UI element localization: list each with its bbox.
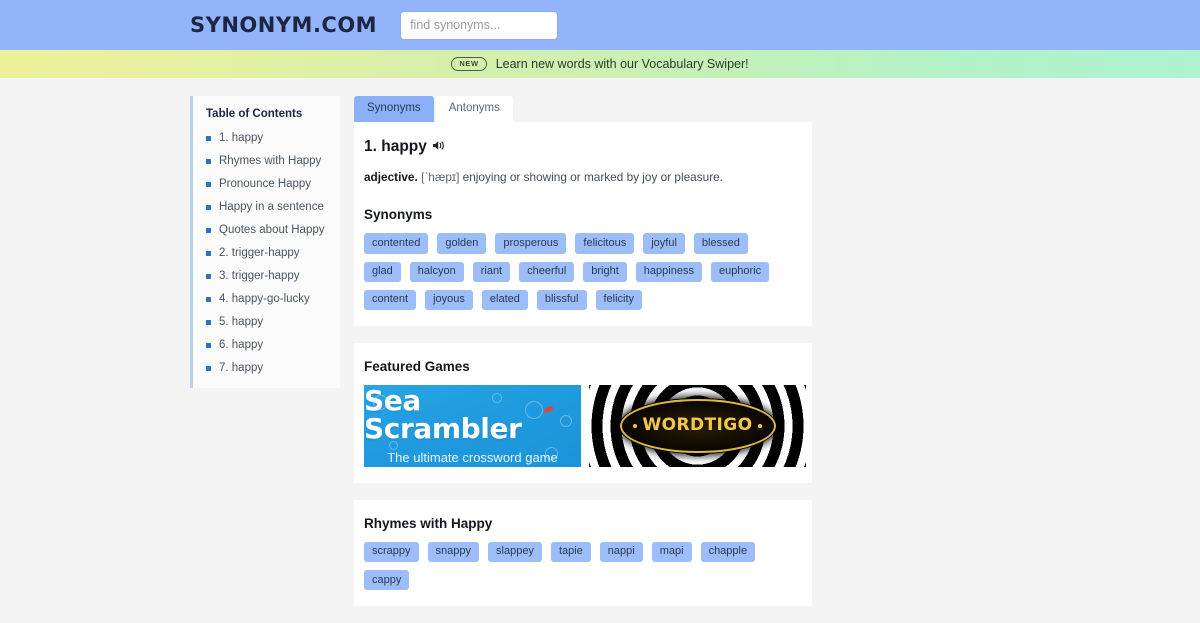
toc-item[interactable]: Rhymes with Happy bbox=[206, 155, 340, 167]
toc-item-label: 2. trigger-happy bbox=[219, 247, 300, 259]
synonym-tag[interactable]: happiness bbox=[635, 261, 702, 282]
promo-new-badge: NEW bbox=[451, 57, 487, 71]
toc-item-label: Rhymes with Happy bbox=[219, 155, 322, 167]
game-tile-wordtigo[interactable]: WORDTIGO bbox=[589, 384, 806, 467]
synonym-tag[interactable]: content bbox=[364, 289, 417, 310]
ipa-pronunciation: [ˈhæpɪ] bbox=[421, 169, 460, 184]
toc-item[interactable]: Happy in a sentence bbox=[206, 201, 340, 213]
sea-scrambler-subtitle: The ultimate crossword game bbox=[387, 449, 558, 465]
featured-games-row: Sea Scrambler The ultimate crossword gam… bbox=[364, 384, 812, 467]
toc-item-label: Pronounce Happy bbox=[219, 178, 312, 190]
toc-list: 1. happy Rhymes with Happy Pronounce Happy… bbox=[206, 132, 340, 374]
toc-item[interactable]: 4. happy-go-lucky bbox=[206, 293, 340, 305]
toc-item-label: 5. happy bbox=[219, 316, 264, 328]
bullet-icon bbox=[206, 227, 211, 233]
rhyme-tag[interactable]: chapple bbox=[700, 541, 756, 563]
speaker-icon[interactable] bbox=[432, 140, 446, 154]
toc-item-label: 6. happy bbox=[219, 339, 264, 351]
synonyms-tag-list: contented golden prosperous felicitous joyfu… bbox=[364, 233, 784, 310]
site-header: SYNONYM.COM bbox=[0, 0, 1200, 50]
synonym-tag[interactable]: bright bbox=[583, 261, 627, 282]
search-box[interactable] bbox=[401, 11, 558, 39]
synonym-tag[interactable]: elated bbox=[481, 289, 528, 310]
synonym-tag[interactable]: cheerful bbox=[519, 261, 575, 282]
rhyme-tag[interactable]: slappey bbox=[488, 541, 542, 563]
promo-banner-text[interactable]: Learn new words with our Vocabulary Swip… bbox=[496, 57, 749, 71]
site-logo[interactable]: SYNONYM.COM bbox=[190, 13, 377, 37]
rhyme-tag[interactable]: snappy bbox=[427, 541, 480, 563]
bullet-icon bbox=[206, 204, 211, 210]
featured-games-card: Featured Games Sea Scrambler The ultimat… bbox=[354, 342, 812, 483]
toc-item-label: Quotes about Happy bbox=[219, 224, 325, 236]
toc-item[interactable]: 2. trigger-happy bbox=[206, 247, 340, 259]
toc-item[interactable]: Pronounce Happy bbox=[206, 178, 340, 190]
rhymes-heading: Rhymes with Happy bbox=[364, 515, 493, 531]
toc-item[interactable]: 1. happy bbox=[206, 132, 340, 144]
bullet-icon bbox=[206, 319, 211, 325]
toc-item-label: 4. happy-go-lucky bbox=[219, 293, 310, 305]
synonym-tag[interactable]: blessed bbox=[693, 233, 748, 254]
bullet-icon bbox=[206, 365, 211, 371]
bullet-icon bbox=[206, 250, 211, 256]
game-tile-sea-scrambler[interactable]: Sea Scrambler The ultimate crossword gam… bbox=[364, 384, 581, 467]
synonym-tag[interactable]: glad bbox=[364, 261, 401, 282]
synonym-tag[interactable]: halcyon bbox=[409, 261, 464, 282]
toc-item-label: Happy in a sentence bbox=[219, 201, 324, 213]
featured-games-heading: Featured Games bbox=[364, 358, 470, 374]
bullet-icon bbox=[206, 135, 211, 141]
tab-antonyms[interactable]: Antonyms bbox=[435, 96, 513, 122]
synonym-tag[interactable]: euphoric bbox=[710, 261, 770, 282]
rhyme-tag[interactable]: scrappy bbox=[364, 541, 419, 563]
toc-item-label: 3. trigger-happy bbox=[219, 270, 300, 282]
search-input[interactable] bbox=[401, 11, 558, 39]
rhyme-tag[interactable]: nappi bbox=[599, 541, 643, 563]
dot-icon bbox=[758, 423, 763, 428]
page-body: Table of Contents 1. happy Rhymes with Ha… bbox=[0, 78, 1200, 623]
main-column: Synonyms Antonyms 1. happy adjective. [ˈ… bbox=[354, 96, 812, 623]
sea-scrambler-title: Sea Scrambler bbox=[364, 384, 522, 445]
synonym-tag[interactable]: prosperous bbox=[495, 233, 567, 254]
definition-text: enjoying or showing or marked by joy or … bbox=[462, 169, 723, 184]
bullet-icon bbox=[206, 158, 211, 164]
promo-banner[interactable]: NEW Learn new words with our Vocabulary … bbox=[0, 50, 1200, 78]
toc-item[interactable]: 3. trigger-happy bbox=[206, 270, 340, 282]
synonym-tag[interactable]: joyful bbox=[643, 233, 685, 254]
entry-card: 1. happy adjective. [ˈhæpɪ] enjoying or … bbox=[354, 121, 812, 326]
toc-item[interactable]: Quotes about Happy bbox=[206, 224, 340, 236]
tab-synonyms[interactable]: Synonyms bbox=[354, 96, 434, 122]
synonyms-heading: Synonyms bbox=[364, 207, 433, 223]
toc-item[interactable]: 6. happy bbox=[206, 339, 340, 351]
rhyme-tag[interactable]: tapie bbox=[550, 541, 591, 563]
definition-line: adjective. [ˈhæpɪ] enjoying or showing o… bbox=[364, 169, 812, 186]
wordtigo-title: WORDTIGO bbox=[642, 415, 753, 436]
table-of-contents: Table of Contents 1. happy Rhymes with Ha… bbox=[190, 96, 340, 388]
rhymes-card: Rhymes with Happy scrappy snappy slappey ta… bbox=[354, 499, 812, 607]
rhymes-tag-list: scrappy snappy slappey tapie nappi mapi chappl… bbox=[364, 541, 784, 591]
synonym-tag[interactable]: felicitous bbox=[575, 233, 635, 254]
bullet-icon bbox=[206, 273, 211, 279]
synonym-tag[interactable]: contented bbox=[364, 233, 429, 254]
part-of-speech: adjective. bbox=[364, 169, 418, 184]
toc-item-label: 7. happy bbox=[219, 362, 264, 374]
bullet-icon bbox=[206, 296, 211, 302]
rhyme-tag[interactable]: mapi bbox=[651, 541, 692, 563]
page-title: 1. happy bbox=[364, 137, 427, 155]
rhyme-tag[interactable]: cappy bbox=[364, 570, 410, 591]
synonym-tag[interactable]: riant bbox=[472, 261, 511, 282]
entry-title-row: 1. happy bbox=[364, 138, 812, 156]
synonym-tag[interactable]: golden bbox=[437, 233, 487, 254]
synonym-tag[interactable]: blissful bbox=[536, 289, 587, 310]
synonym-tag[interactable]: felicity bbox=[595, 289, 643, 310]
toc-item[interactable]: 7. happy bbox=[206, 362, 340, 374]
dot-icon bbox=[632, 423, 637, 428]
toc-title: Table of Contents bbox=[206, 108, 303, 120]
synonym-tag[interactable]: joyous bbox=[425, 289, 473, 310]
tab-bar: Synonyms Antonyms bbox=[354, 96, 812, 122]
toc-item-label: 1. happy bbox=[219, 132, 264, 144]
bullet-icon bbox=[206, 181, 211, 187]
wordtigo-badge: WORDTIGO bbox=[619, 398, 776, 453]
toc-item[interactable]: 5. happy bbox=[206, 316, 340, 328]
bullet-icon bbox=[206, 342, 211, 348]
